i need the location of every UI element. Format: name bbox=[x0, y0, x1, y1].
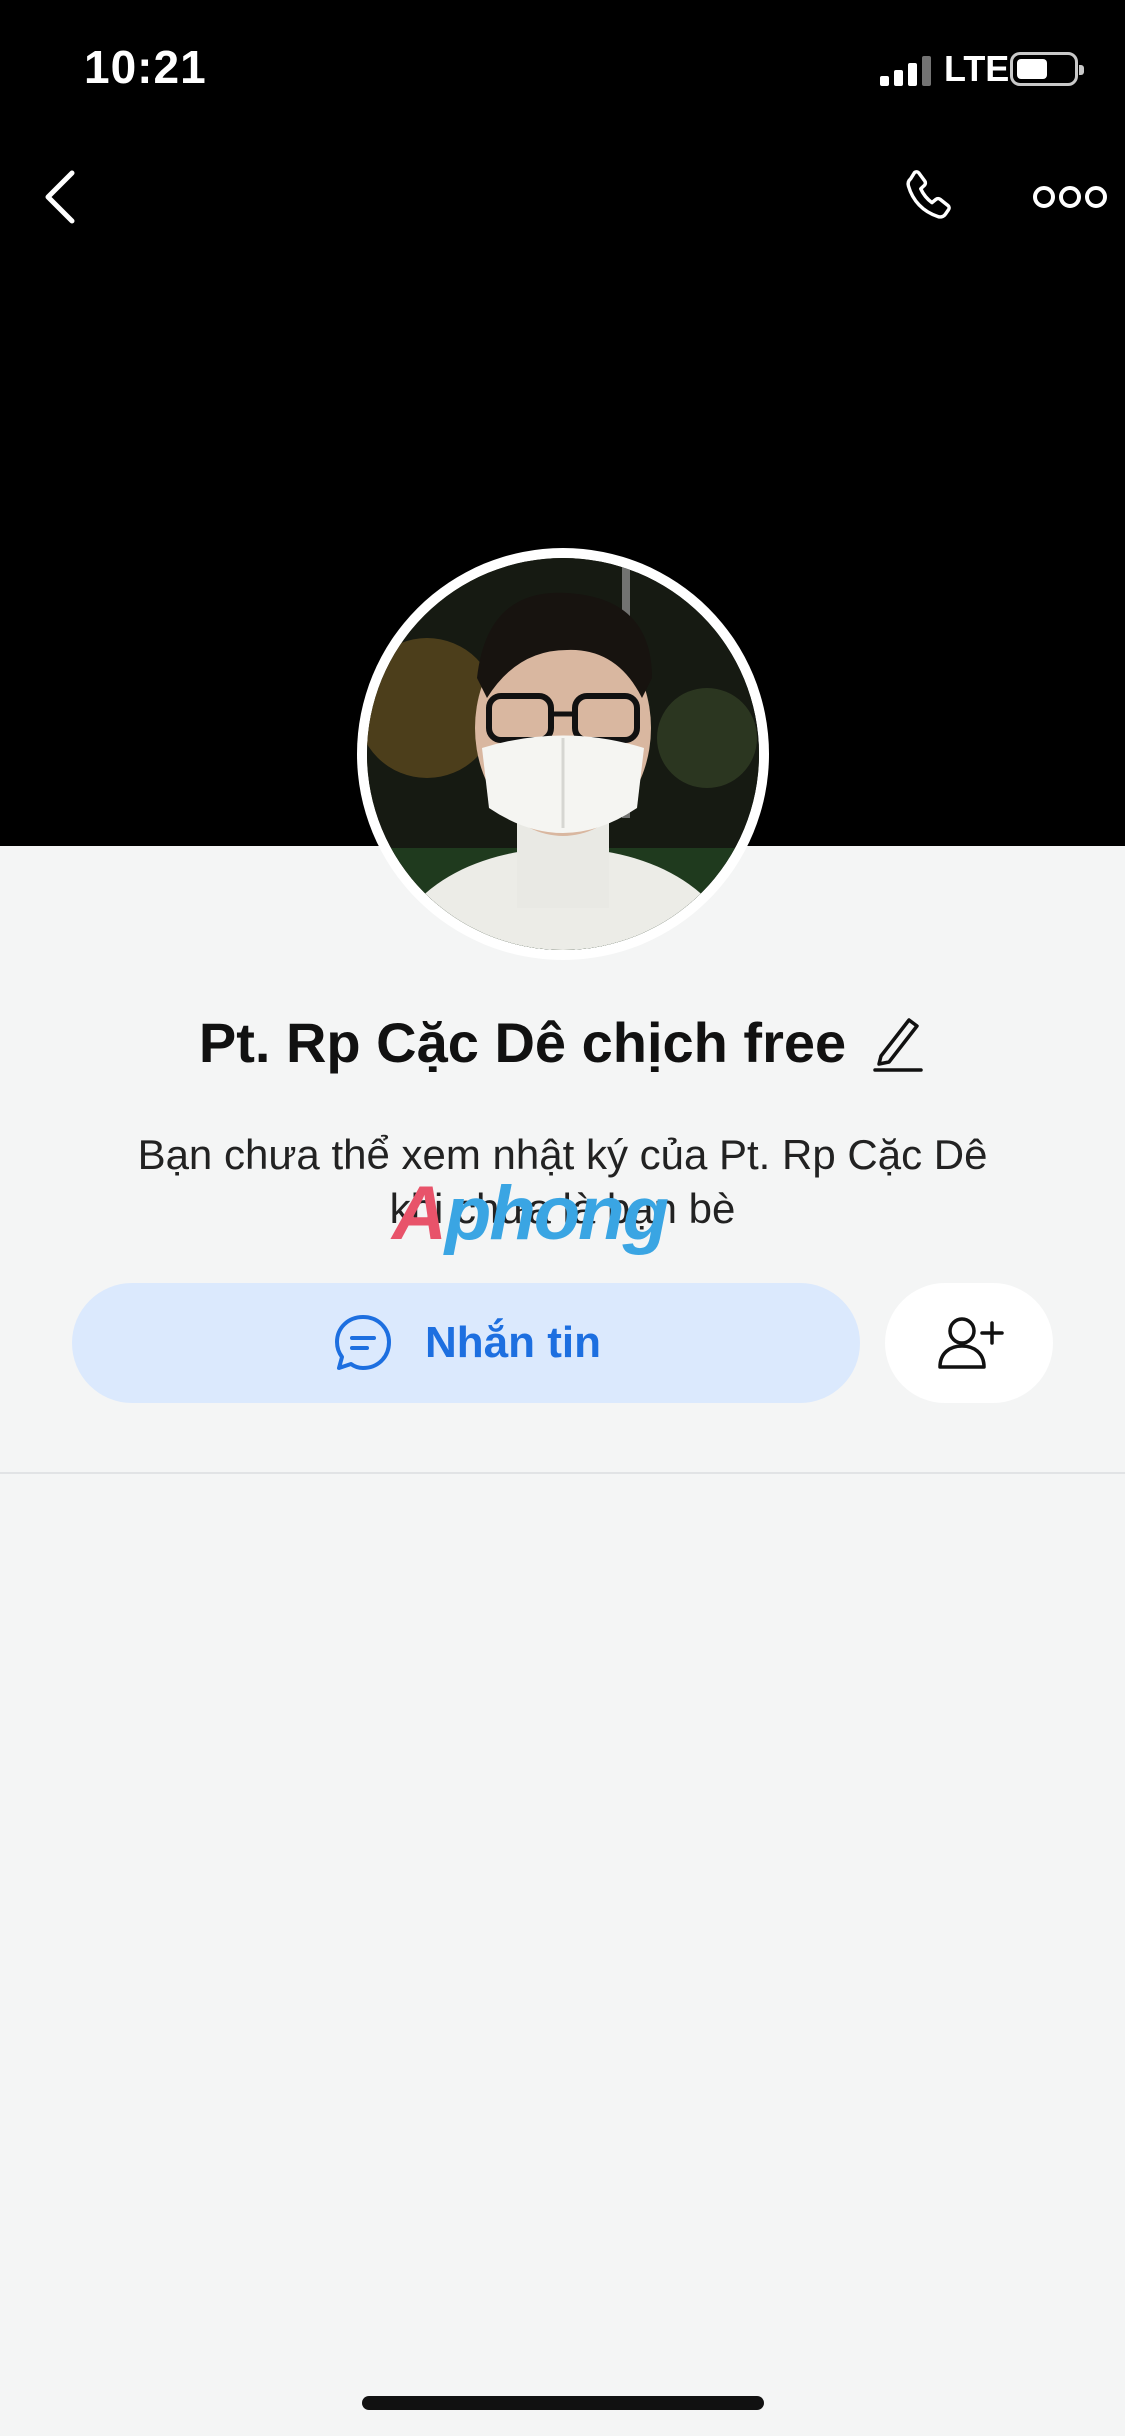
profile-name: Pt. Rp Cặc Dê chịch free bbox=[198, 1011, 847, 1074]
watermark-logo: Aphong bbox=[392, 1171, 669, 1256]
profile-name-row: Pt. Rp Cặc Dê chịch free bbox=[0, 1010, 1125, 1075]
carrier-label: LTE bbox=[944, 48, 1010, 89]
more-horizontal-icon bbox=[1033, 186, 1107, 208]
more-options-button[interactable] bbox=[1020, 172, 1120, 222]
section-divider bbox=[0, 1472, 1125, 1474]
phone-icon bbox=[906, 170, 951, 219]
chevron-left-icon bbox=[45, 170, 75, 224]
status-time: 10:21 bbox=[84, 41, 207, 93]
chat-bubble-icon bbox=[335, 1315, 391, 1370]
add-friend-button[interactable] bbox=[885, 1283, 1053, 1403]
avatar[interactable] bbox=[357, 548, 769, 960]
avatar-illustration bbox=[367, 558, 759, 950]
call-button[interactable] bbox=[892, 160, 966, 234]
home-indicator[interactable] bbox=[362, 2396, 764, 2410]
message-button[interactable]: Nhắn tin bbox=[72, 1283, 860, 1403]
profile-screen: 10:21 LTE Pt. Rp Cặc Dê chịch free Bạn c… bbox=[0, 0, 1125, 2436]
signal-strength-icon bbox=[880, 56, 932, 86]
edit-name-button[interactable] bbox=[870, 1011, 926, 1075]
battery-icon bbox=[1010, 52, 1084, 86]
pencil-icon bbox=[873, 1017, 923, 1072]
avatar-photo bbox=[367, 558, 759, 950]
back-button[interactable] bbox=[30, 160, 90, 234]
add-user-icon bbox=[938, 1317, 1004, 1369]
message-button-label: Nhắn tin bbox=[425, 1318, 601, 1367]
